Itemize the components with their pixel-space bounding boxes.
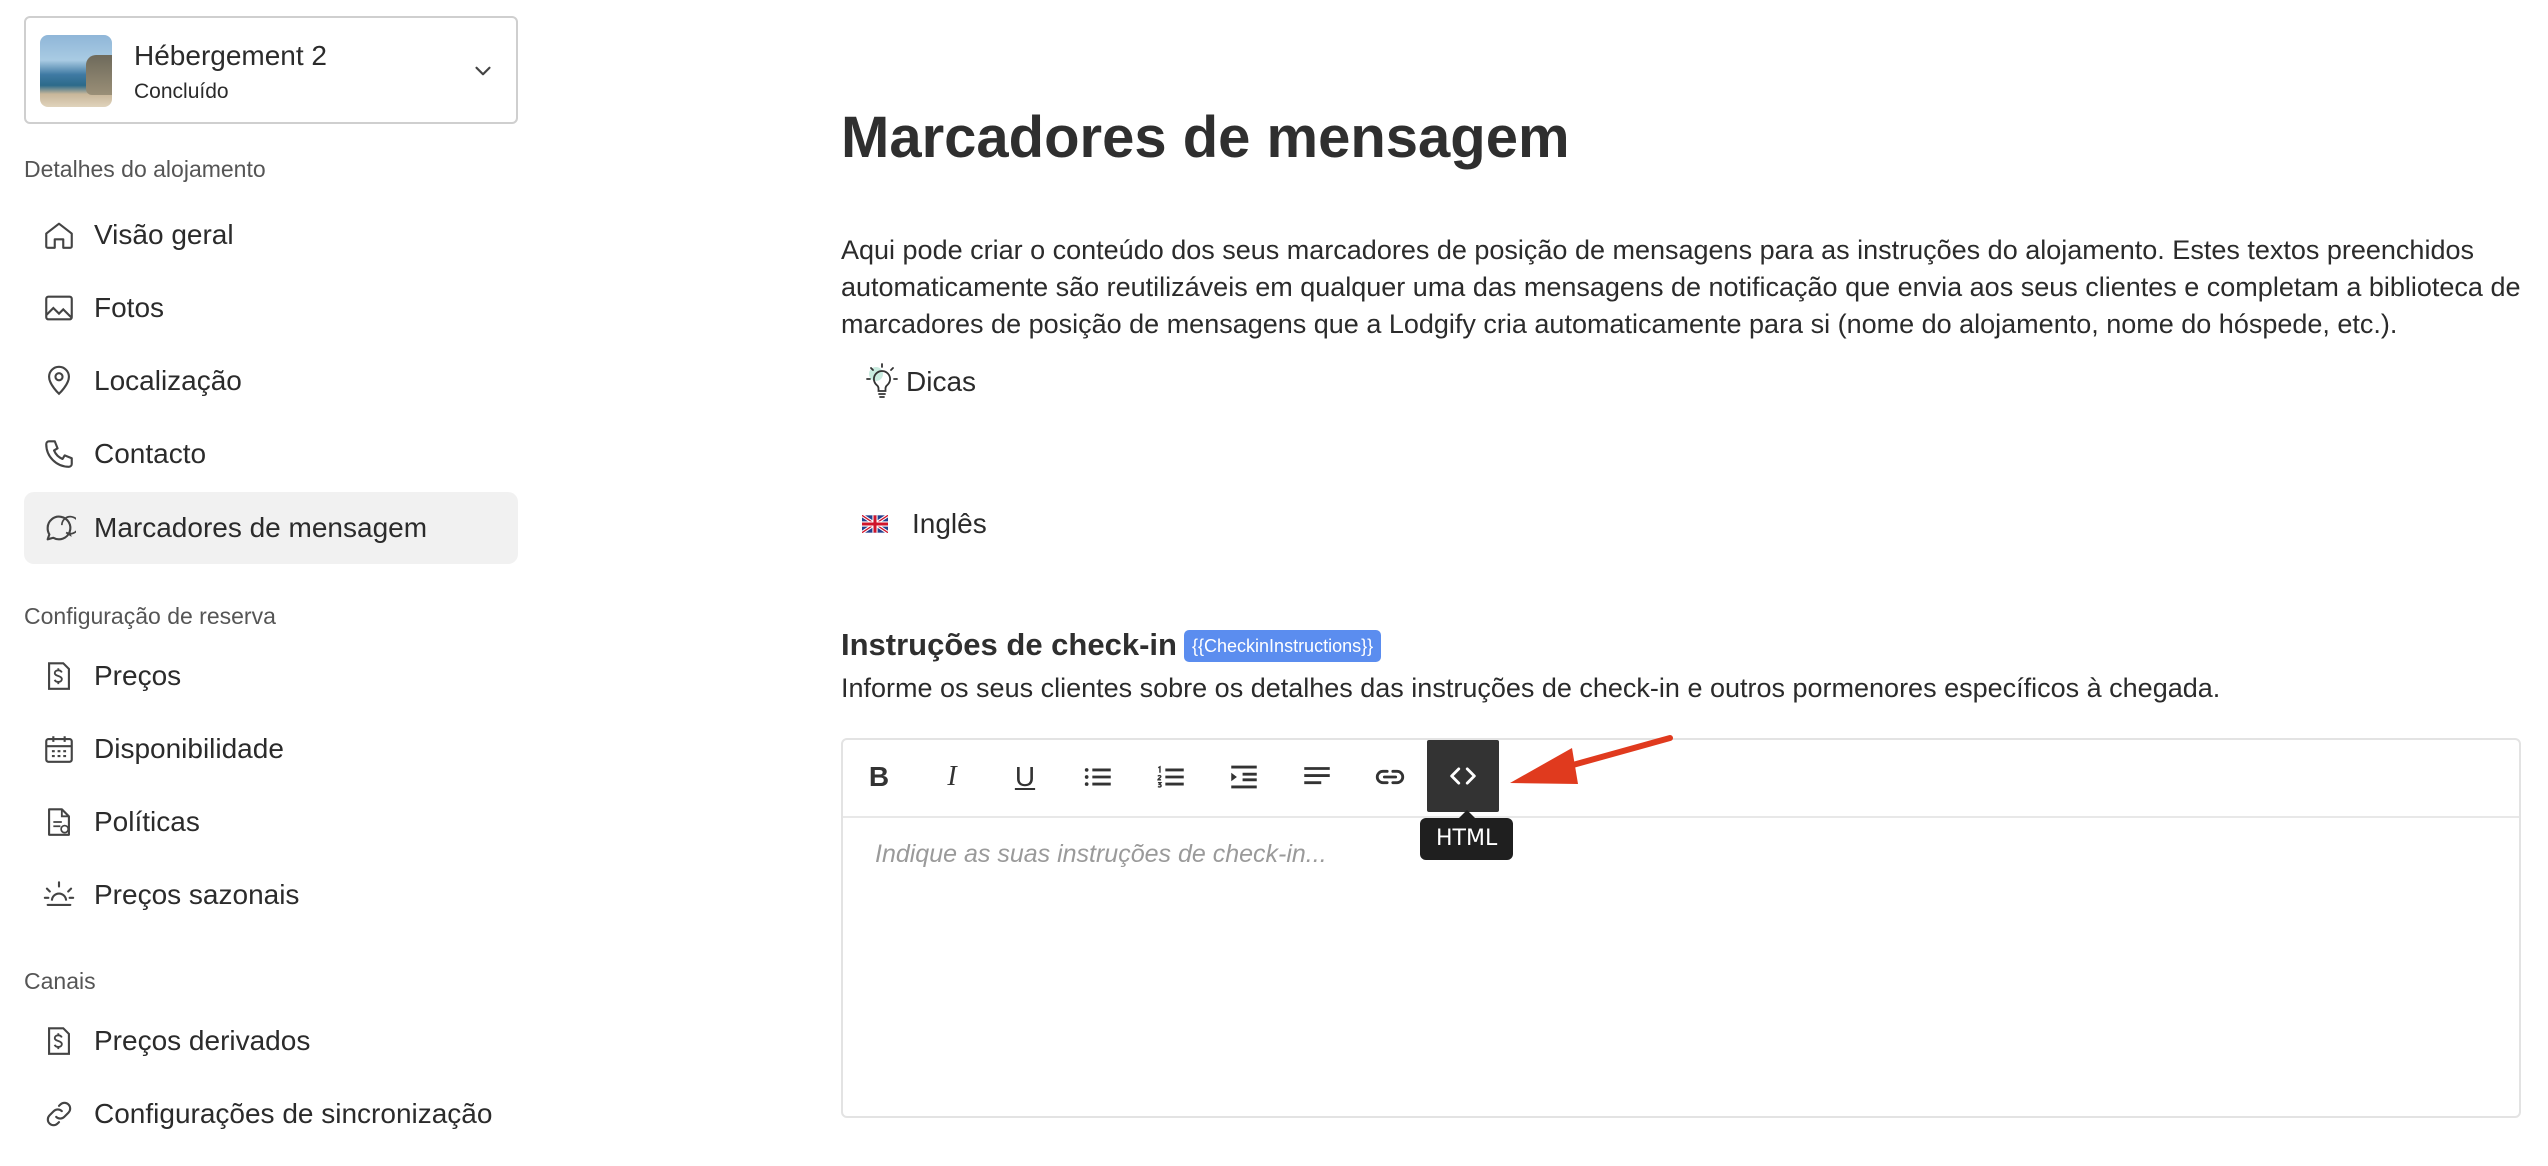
link-icon [46, 1101, 72, 1127]
property-thumbnail [40, 35, 112, 107]
sidebar-item-label: Configurações de sincronização [94, 1098, 493, 1129]
sidebar-item-label: Disponibilidade [94, 733, 284, 764]
location-pin-icon [48, 365, 70, 396]
html-tooltip: HTML [1420, 810, 1514, 860]
link-button[interactable] [1354, 740, 1426, 814]
italic-button[interactable]: I [916, 740, 988, 814]
sun-icon [43, 881, 75, 906]
phone-icon [45, 440, 73, 468]
sidebar-item-label: Preços [94, 660, 182, 691]
property-status: Concluído [134, 80, 229, 103]
sidebar-item-policies[interactable]: Políticas [24, 786, 518, 858]
annotation-arrow [1510, 735, 1673, 784]
sidebar-item-sync-settings[interactable]: Configurações de sincronização [24, 1078, 518, 1150]
numbered-list-icon [1157, 765, 1184, 788]
underline-icon: U [1014, 761, 1036, 792]
uk-flag-icon [862, 515, 888, 533]
sidebar-item-label: Preços derivados [94, 1025, 311, 1056]
language-selector[interactable]: Inglês [862, 508, 987, 540]
sidebar-item-overview[interactable]: Visão geral [24, 199, 518, 271]
editor-toolbar: B I U [843, 740, 2519, 818]
sidebar-item-label: Contacto [94, 438, 207, 469]
property-name: Hébergement 2 [134, 40, 328, 71]
section-label-booking: Configuração de reserva [24, 603, 276, 629]
checkin-field-help: Informe os seus clientes sobre os detalh… [841, 673, 2221, 703]
property-selector[interactable]: Hébergement 2 Concluído [24, 16, 518, 124]
code-icon [1450, 767, 1476, 785]
sidebar-item-label: Políticas [94, 806, 200, 837]
sidebar-item-label: Fotos [94, 292, 165, 323]
bullet-list-button[interactable] [1062, 740, 1134, 814]
rich-text-editor: B I U Indique as suas instruções de chec… [841, 738, 2521, 1118]
align-left-button[interactable] [1281, 740, 1353, 814]
link-icon [1375, 769, 1405, 785]
sidebar-item-prices[interactable]: Preços [24, 640, 518, 712]
price-tag-icon [48, 1027, 70, 1055]
sidebar: Hébergement 2 Concluído Detalhes do aloj… [0, 0, 540, 1166]
sidebar-item-availability[interactable]: Disponibilidade [24, 713, 518, 785]
calendar-icon [45, 736, 73, 763]
sidebar-item-location[interactable]: Localização [24, 345, 518, 417]
bullet-list-icon [1084, 768, 1111, 786]
underline-button[interactable]: U [989, 740, 1061, 814]
tips-toggle[interactable]: Dicas [858, 358, 976, 406]
html-source-button[interactable] [1427, 740, 1499, 812]
sidebar-item-seasonal-prices[interactable]: Preços sazonais [24, 859, 518, 931]
language-label: Inglês [912, 508, 987, 539]
editor-content-area[interactable]: Indique as suas instruções de check-in..… [875, 840, 1327, 869]
placeholder-tag[interactable]: {{CheckinInstructions}} [1184, 630, 1382, 662]
document-icon [48, 808, 70, 836]
section-label-channels: Canais [24, 968, 96, 994]
numbered-list-button[interactable] [1135, 740, 1207, 814]
home-icon [45, 222, 73, 249]
indent-icon [1231, 765, 1257, 789]
intro-text: Aqui pode criar o conteúdo dos seus marc… [841, 235, 2521, 339]
lightbulb-icon [866, 363, 898, 398]
image-icon [45, 295, 73, 321]
chat-icon [46, 515, 76, 541]
sidebar-item-photos[interactable]: Fotos [24, 272, 518, 344]
bold-icon: B [868, 761, 890, 792]
sidebar-item-label: Visão geral [94, 219, 234, 250]
indent-button[interactable] [1208, 740, 1280, 814]
page-title: Marcadores de mensagem [841, 105, 1570, 170]
bold-button[interactable]: B [843, 740, 915, 814]
sidebar-item-label: Preços sazonais [94, 879, 300, 910]
checkin-field-title: Instruções de check-in [841, 627, 1177, 662]
price-tag-icon [48, 662, 70, 690]
align-left-icon [1304, 767, 1330, 785]
sidebar-item-contact[interactable]: Contacto [24, 418, 518, 490]
sidebar-item-label: Marcadores de mensagem [94, 512, 428, 543]
chevron-down-icon [475, 66, 491, 76]
sidebar-item-message-placeholders[interactable]: Marcadores de mensagem [24, 492, 518, 564]
sidebar-item-derived-prices[interactable]: Preços derivados [24, 1005, 518, 1077]
italic-icon: I [947, 761, 957, 792]
sidebar-item-label: Localização [94, 365, 242, 396]
section-label-details: Detalhes do alojamento [24, 156, 266, 182]
tips-label: Dicas [906, 366, 977, 397]
